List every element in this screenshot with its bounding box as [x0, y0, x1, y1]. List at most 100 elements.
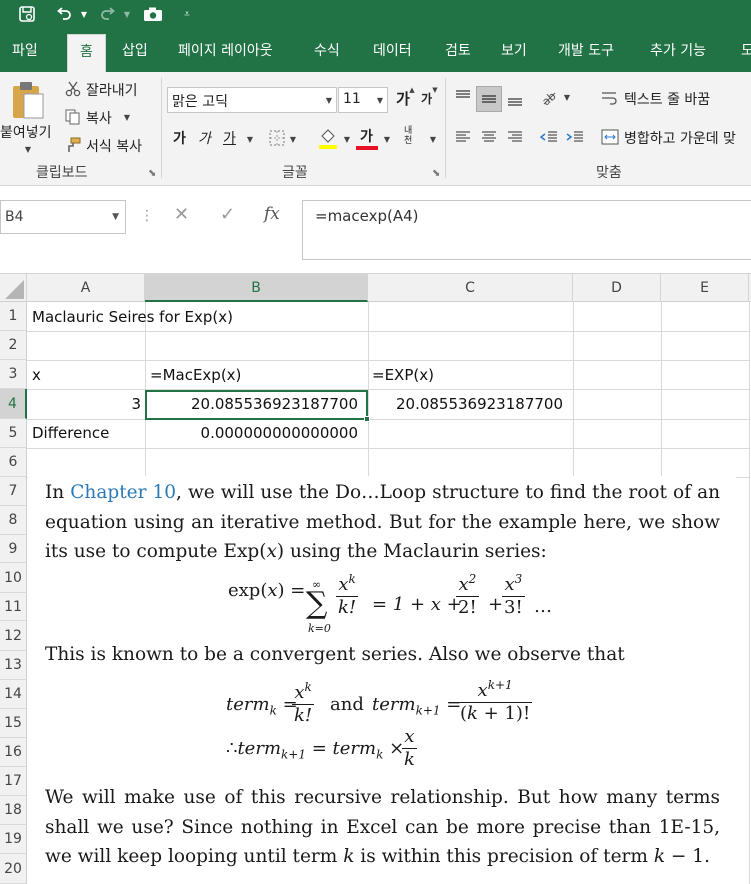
row-header-2[interactable]: 2	[0, 331, 27, 360]
row-header-3[interactable]: 3	[0, 360, 27, 389]
cancel-icon[interactable]: ✕	[174, 204, 189, 225]
tab-page-layout[interactable]: 페이지 레이아웃	[178, 28, 273, 72]
cell-c4[interactable]: 20.085536923187700	[368, 390, 563, 419]
customize-toolbar-icon[interactable]: ⩡	[180, 3, 194, 25]
tab-data[interactable]: 데이터	[373, 28, 412, 72]
row-header-18[interactable]: 18	[0, 796, 27, 825]
row-header-9[interactable]: 9	[0, 535, 27, 563]
row-header-1[interactable]: 1	[0, 302, 27, 331]
row-header-13[interactable]: 13	[0, 651, 27, 680]
select-all-button[interactable]	[0, 274, 27, 302]
orientation-dropdown-icon[interactable]: ▼	[562, 92, 572, 102]
increase-indent-icon[interactable]	[564, 126, 586, 148]
paste-icon[interactable]	[8, 80, 48, 120]
row-header-4[interactable]: 4	[0, 389, 27, 419]
cut-icon[interactable]	[64, 80, 82, 98]
merge-center-button[interactable]: 병합하고 가운데 맞	[624, 128, 736, 148]
format-painter-icon[interactable]	[64, 136, 82, 154]
fill-handle[interactable]	[364, 416, 370, 422]
decrease-indent-icon[interactable]	[538, 126, 560, 148]
enter-icon[interactable]: ✓	[220, 204, 235, 225]
phonetic-button[interactable]: 내천	[404, 126, 420, 146]
tab-home[interactable]: 홈	[67, 34, 106, 72]
copy-icon[interactable]	[64, 108, 82, 126]
cell-a3[interactable]: x	[32, 361, 41, 390]
row-header-16[interactable]: 16	[0, 738, 27, 767]
undo-dropdown-icon[interactable]: ▼	[78, 3, 90, 25]
column-header-c[interactable]: C	[368, 274, 573, 302]
row-header-12[interactable]: 12	[0, 621, 27, 651]
cell-c3[interactable]: =EXP(x)	[372, 361, 434, 390]
font-color-button[interactable]: 가	[360, 126, 373, 146]
pasted-textbook-image[interactable]: In Chapter 10, we will use the Do…Loop s…	[28, 476, 736, 884]
font-color-dropdown-icon[interactable]: ▼	[382, 134, 392, 144]
row-header-5[interactable]: 5	[0, 419, 27, 448]
undo-icon[interactable]	[52, 3, 76, 25]
tab-addins[interactable]: 추가 기능	[650, 28, 706, 72]
align-center-icon[interactable]	[478, 126, 500, 148]
fill-color-dropdown-icon[interactable]: ▼	[342, 134, 352, 144]
paste-dropdown-icon[interactable]: ▼	[22, 144, 34, 154]
merge-center-icon[interactable]	[600, 127, 620, 147]
wrap-text-icon[interactable]	[600, 88, 620, 108]
align-middle-icon[interactable]	[476, 86, 502, 112]
cell-a4[interactable]: 3	[27, 390, 141, 419]
tab-developer[interactable]: 개발 도구	[558, 28, 614, 72]
row-header-14[interactable]: 14	[0, 680, 27, 709]
cut-button[interactable]: 잘라내기	[86, 80, 138, 100]
bold-button[interactable]: 가	[173, 128, 186, 148]
column-header-a[interactable]: A	[27, 274, 145, 302]
row-header-8[interactable]: 8	[0, 506, 27, 535]
row-header-17[interactable]: 17	[0, 767, 27, 796]
redo-icon[interactable]	[96, 3, 120, 25]
align-right-icon[interactable]	[504, 126, 526, 148]
font-size-dropdown[interactable]: 11 ▼	[338, 87, 388, 113]
cell-a5[interactable]: Difference	[32, 419, 109, 448]
underline-dropdown-icon[interactable]: ▼	[245, 134, 255, 144]
cell-b3[interactable]: =MacExp(x)	[150, 361, 241, 390]
column-header-b[interactable]: B	[145, 274, 368, 302]
column-header-d[interactable]: D	[573, 274, 661, 302]
align-top-icon[interactable]	[452, 86, 474, 108]
font-launcher-icon[interactable]: ⬊	[432, 168, 440, 179]
tab-view[interactable]: 보기	[501, 28, 527, 72]
border-dropdown-icon[interactable]: ▼	[288, 134, 298, 144]
underline-button[interactable]: 가	[223, 128, 236, 148]
tab-help[interactable]: 도	[741, 28, 751, 72]
wrap-text-button[interactable]: 텍스트 줄 바꿈	[624, 89, 710, 109]
paste-button[interactable]: 붙여넣기	[0, 122, 52, 142]
row-header-6[interactable]: 6	[0, 448, 27, 477]
copy-button[interactable]: 복사	[86, 108, 112, 128]
font-name-dropdown[interactable]: 맑은 고딕 ▼	[167, 87, 337, 113]
row-header-20[interactable]: 20	[0, 854, 27, 884]
orientation-icon[interactable]: ab	[538, 86, 560, 108]
redo-dropdown-icon[interactable]: ▼	[121, 3, 133, 25]
copy-dropdown-icon[interactable]: ▼	[122, 112, 132, 122]
autosave-icon[interactable]	[14, 3, 40, 25]
chevron-down-icon[interactable]: ▼	[112, 201, 119, 233]
italic-button[interactable]: 가	[198, 128, 211, 148]
formula-input[interactable]: =macexp(A4)	[302, 200, 751, 260]
phonetic-dropdown-icon[interactable]: ▼	[428, 134, 438, 144]
row-header-19[interactable]: 19	[0, 825, 27, 854]
tab-review[interactable]: 검토	[445, 28, 471, 72]
insert-function-icon[interactable]: fx	[264, 204, 280, 224]
tab-file[interactable]: 파일	[12, 28, 38, 72]
cell-b5[interactable]: 0.000000000000000	[145, 419, 358, 448]
align-bottom-icon[interactable]	[504, 86, 526, 112]
align-left-icon[interactable]	[452, 126, 474, 148]
format-painter-button[interactable]: 서식 복사	[86, 136, 142, 156]
name-box[interactable]: B4 ▼	[0, 200, 126, 234]
tab-formulas[interactable]: 수식	[314, 28, 340, 72]
tab-insert[interactable]: 삽입	[122, 28, 148, 72]
border-icon[interactable]	[266, 128, 288, 148]
drag-handle-icon[interactable]: ⋮	[140, 208, 154, 224]
row-header-10[interactable]: 10	[0, 563, 27, 593]
cell-a1[interactable]: Maclauric Seires for Exp(x)	[32, 303, 233, 332]
column-header-e[interactable]: E	[661, 274, 749, 302]
clipboard-launcher-icon[interactable]: ⬊	[148, 168, 156, 179]
row-header-15[interactable]: 15	[0, 709, 27, 738]
fill-color-icon[interactable]	[316, 126, 340, 150]
row-header-11[interactable]: 11	[0, 593, 27, 621]
camera-icon[interactable]	[140, 3, 166, 25]
